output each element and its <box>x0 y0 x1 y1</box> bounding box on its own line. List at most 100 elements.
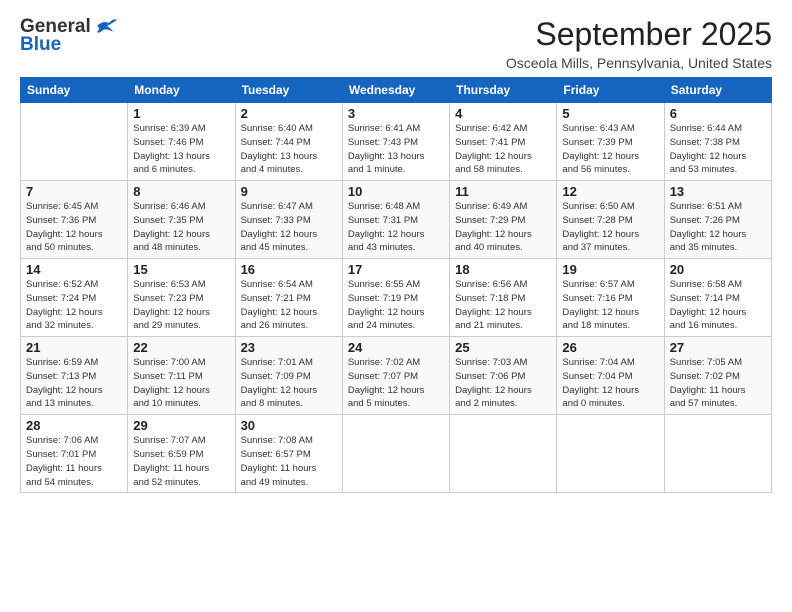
table-row <box>664 415 771 493</box>
day-number: 7 <box>26 184 122 199</box>
page: General Blue September 2025 Osceola Mill… <box>0 0 792 612</box>
day-number: 20 <box>670 262 766 277</box>
table-row: 17Sunrise: 6:55 AM Sunset: 7:19 PM Dayli… <box>342 259 449 337</box>
day-number: 5 <box>562 106 658 121</box>
day-info: Sunrise: 6:40 AM Sunset: 7:44 PM Dayligh… <box>241 122 337 177</box>
day-number: 12 <box>562 184 658 199</box>
title-section: September 2025 Osceola Mills, Pennsylvan… <box>506 16 772 71</box>
table-row <box>342 415 449 493</box>
day-info: Sunrise: 7:02 AM Sunset: 7:07 PM Dayligh… <box>348 356 444 411</box>
day-info: Sunrise: 6:42 AM Sunset: 7:41 PM Dayligh… <box>455 122 551 177</box>
header-thursday: Thursday <box>450 78 557 103</box>
logo: General Blue <box>20 16 117 56</box>
table-row: 16Sunrise: 6:54 AM Sunset: 7:21 PM Dayli… <box>235 259 342 337</box>
header: General Blue September 2025 Osceola Mill… <box>20 16 772 71</box>
calendar-table: Sunday Monday Tuesday Wednesday Thursday… <box>20 77 772 493</box>
day-info: Sunrise: 7:08 AM Sunset: 6:57 PM Dayligh… <box>241 434 337 489</box>
day-number: 18 <box>455 262 551 277</box>
day-info: Sunrise: 7:06 AM Sunset: 7:01 PM Dayligh… <box>26 434 122 489</box>
table-row: 19Sunrise: 6:57 AM Sunset: 7:16 PM Dayli… <box>557 259 664 337</box>
table-row: 29Sunrise: 7:07 AM Sunset: 6:59 PM Dayli… <box>128 415 235 493</box>
day-info: Sunrise: 6:45 AM Sunset: 7:36 PM Dayligh… <box>26 200 122 255</box>
day-number: 10 <box>348 184 444 199</box>
header-friday: Friday <box>557 78 664 103</box>
table-row: 18Sunrise: 6:56 AM Sunset: 7:18 PM Dayli… <box>450 259 557 337</box>
day-number: 1 <box>133 106 229 121</box>
table-row: 26Sunrise: 7:04 AM Sunset: 7:04 PM Dayli… <box>557 337 664 415</box>
logo-bird-icon <box>95 18 117 36</box>
day-info: Sunrise: 6:55 AM Sunset: 7:19 PM Dayligh… <box>348 278 444 333</box>
day-number: 13 <box>670 184 766 199</box>
table-row: 24Sunrise: 7:02 AM Sunset: 7:07 PM Dayli… <box>342 337 449 415</box>
day-info: Sunrise: 6:49 AM Sunset: 7:29 PM Dayligh… <box>455 200 551 255</box>
day-info: Sunrise: 7:00 AM Sunset: 7:11 PM Dayligh… <box>133 356 229 411</box>
table-row <box>21 103 128 181</box>
table-row: 5Sunrise: 6:43 AM Sunset: 7:39 PM Daylig… <box>557 103 664 181</box>
table-row: 8Sunrise: 6:46 AM Sunset: 7:35 PM Daylig… <box>128 181 235 259</box>
table-row: 4Sunrise: 6:42 AM Sunset: 7:41 PM Daylig… <box>450 103 557 181</box>
table-row: 6Sunrise: 6:44 AM Sunset: 7:38 PM Daylig… <box>664 103 771 181</box>
day-number: 4 <box>455 106 551 121</box>
day-info: Sunrise: 6:47 AM Sunset: 7:33 PM Dayligh… <box>241 200 337 255</box>
day-info: Sunrise: 6:57 AM Sunset: 7:16 PM Dayligh… <box>562 278 658 333</box>
header-monday: Monday <box>128 78 235 103</box>
day-number: 22 <box>133 340 229 355</box>
day-info: Sunrise: 7:01 AM Sunset: 7:09 PM Dayligh… <box>241 356 337 411</box>
table-row: 23Sunrise: 7:01 AM Sunset: 7:09 PM Dayli… <box>235 337 342 415</box>
day-info: Sunrise: 7:07 AM Sunset: 6:59 PM Dayligh… <box>133 434 229 489</box>
day-info: Sunrise: 6:41 AM Sunset: 7:43 PM Dayligh… <box>348 122 444 177</box>
table-row: 22Sunrise: 7:00 AM Sunset: 7:11 PM Dayli… <box>128 337 235 415</box>
table-row: 11Sunrise: 6:49 AM Sunset: 7:29 PM Dayli… <box>450 181 557 259</box>
day-number: 27 <box>670 340 766 355</box>
table-row: 13Sunrise: 6:51 AM Sunset: 7:26 PM Dayli… <box>664 181 771 259</box>
day-number: 6 <box>670 106 766 121</box>
day-info: Sunrise: 6:39 AM Sunset: 7:46 PM Dayligh… <box>133 122 229 177</box>
day-info: Sunrise: 6:53 AM Sunset: 7:23 PM Dayligh… <box>133 278 229 333</box>
table-row: 12Sunrise: 6:50 AM Sunset: 7:28 PM Dayli… <box>557 181 664 259</box>
day-number: 16 <box>241 262 337 277</box>
header-tuesday: Tuesday <box>235 78 342 103</box>
day-info: Sunrise: 6:58 AM Sunset: 7:14 PM Dayligh… <box>670 278 766 333</box>
table-row: 28Sunrise: 7:06 AM Sunset: 7:01 PM Dayli… <box>21 415 128 493</box>
table-row: 21Sunrise: 6:59 AM Sunset: 7:13 PM Dayli… <box>21 337 128 415</box>
day-number: 17 <box>348 262 444 277</box>
table-row: 10Sunrise: 6:48 AM Sunset: 7:31 PM Dayli… <box>342 181 449 259</box>
header-sunday: Sunday <box>21 78 128 103</box>
table-row: 1Sunrise: 6:39 AM Sunset: 7:46 PM Daylig… <box>128 103 235 181</box>
table-row: 2Sunrise: 6:40 AM Sunset: 7:44 PM Daylig… <box>235 103 342 181</box>
day-number: 19 <box>562 262 658 277</box>
day-number: 23 <box>241 340 337 355</box>
day-number: 26 <box>562 340 658 355</box>
day-number: 30 <box>241 418 337 433</box>
day-info: Sunrise: 6:52 AM Sunset: 7:24 PM Dayligh… <box>26 278 122 333</box>
day-info: Sunrise: 6:56 AM Sunset: 7:18 PM Dayligh… <box>455 278 551 333</box>
table-row: 25Sunrise: 7:03 AM Sunset: 7:06 PM Dayli… <box>450 337 557 415</box>
table-row: 7Sunrise: 6:45 AM Sunset: 7:36 PM Daylig… <box>21 181 128 259</box>
day-number: 14 <box>26 262 122 277</box>
table-row: 9Sunrise: 6:47 AM Sunset: 7:33 PM Daylig… <box>235 181 342 259</box>
day-info: Sunrise: 6:46 AM Sunset: 7:35 PM Dayligh… <box>133 200 229 255</box>
location: Osceola Mills, Pennsylvania, United Stat… <box>506 55 772 71</box>
weekday-header-row: Sunday Monday Tuesday Wednesday Thursday… <box>21 78 772 103</box>
day-info: Sunrise: 6:50 AM Sunset: 7:28 PM Dayligh… <box>562 200 658 255</box>
day-number: 11 <box>455 184 551 199</box>
day-info: Sunrise: 6:59 AM Sunset: 7:13 PM Dayligh… <box>26 356 122 411</box>
logo-blue: Blue <box>20 34 61 56</box>
table-row <box>557 415 664 493</box>
table-row: 27Sunrise: 7:05 AM Sunset: 7:02 PM Dayli… <box>664 337 771 415</box>
day-info: Sunrise: 6:43 AM Sunset: 7:39 PM Dayligh… <box>562 122 658 177</box>
day-info: Sunrise: 7:03 AM Sunset: 7:06 PM Dayligh… <box>455 356 551 411</box>
header-saturday: Saturday <box>664 78 771 103</box>
day-number: 3 <box>348 106 444 121</box>
month-title: September 2025 <box>506 16 772 53</box>
table-row: 30Sunrise: 7:08 AM Sunset: 6:57 PM Dayli… <box>235 415 342 493</box>
day-number: 24 <box>348 340 444 355</box>
day-number: 2 <box>241 106 337 121</box>
day-number: 28 <box>26 418 122 433</box>
day-info: Sunrise: 6:51 AM Sunset: 7:26 PM Dayligh… <box>670 200 766 255</box>
day-info: Sunrise: 6:48 AM Sunset: 7:31 PM Dayligh… <box>348 200 444 255</box>
day-number: 9 <box>241 184 337 199</box>
table-row: 15Sunrise: 6:53 AM Sunset: 7:23 PM Dayli… <box>128 259 235 337</box>
day-number: 8 <box>133 184 229 199</box>
table-row: 14Sunrise: 6:52 AM Sunset: 7:24 PM Dayli… <box>21 259 128 337</box>
